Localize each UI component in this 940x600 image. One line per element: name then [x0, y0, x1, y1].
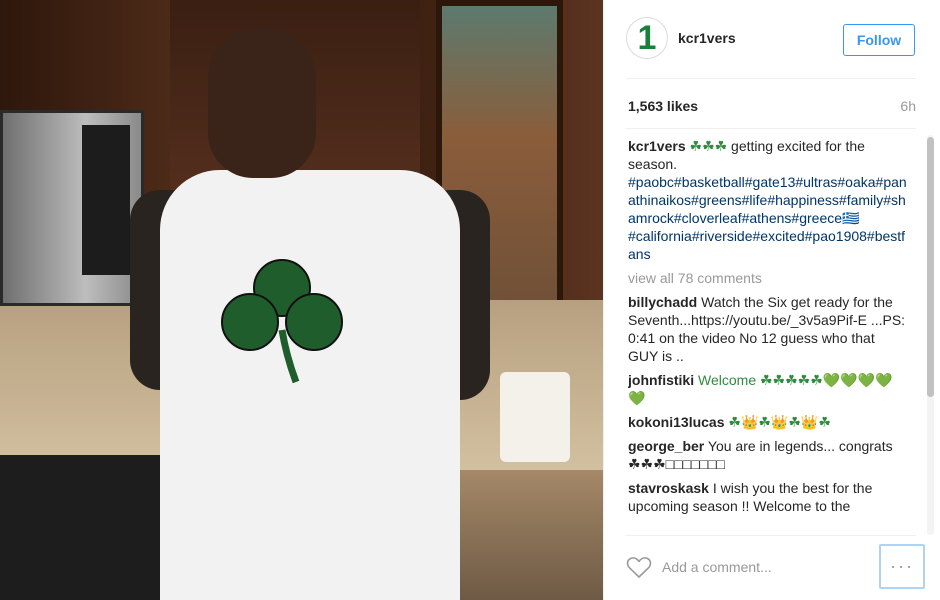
comment-bar: ··· — [604, 535, 940, 600]
username-link[interactable]: kcr1vers — [678, 30, 736, 46]
likes-divider — [626, 128, 916, 129]
comment-text: ☘👑☘👑☘👑☘ — [728, 414, 831, 430]
add-comment-input[interactable] — [662, 555, 852, 579]
comment-item: billychadd Watch the Six get ready for t… — [628, 293, 908, 365]
avatar-glyph: 1 — [637, 19, 657, 57]
likes-count[interactable]: 1,563 likes — [628, 98, 698, 114]
post-side-panel: 1 kcr1vers Follow 1,563 likes 6h kcr1ver… — [603, 0, 940, 600]
photo-head — [208, 28, 316, 178]
comment-username[interactable]: george_ber — [628, 438, 704, 454]
likes-row: 1,563 likes 6h — [626, 98, 916, 118]
caption: kcr1vers ☘☘☘ getting excited for the sea… — [628, 137, 908, 263]
photo-microwave-panel — [82, 125, 130, 275]
comment-item: kokoni13lucas ☘👑☘👑☘👑☘ — [628, 413, 908, 431]
photo-person — [130, 20, 490, 600]
comment-username[interactable]: stavroskask — [628, 480, 709, 496]
comment-item: johnfistiki Welcome ☘☘☘☘☘💚💚💚💚💚 — [628, 371, 908, 407]
comment-username[interactable]: billychadd — [628, 294, 697, 310]
comment-item: george_ber You are in legends... congrat… — [628, 437, 908, 473]
heart-icon[interactable] — [626, 555, 652, 579]
instagram-post-view: 1 kcr1vers Follow 1,563 likes 6h kcr1ver… — [0, 0, 940, 600]
photo-jar — [500, 372, 570, 462]
comment-username[interactable]: johnfistiki — [628, 372, 694, 388]
post-photo[interactable] — [0, 0, 603, 600]
caption-username[interactable]: kcr1vers — [628, 138, 686, 154]
comment-item: stavroskask I wish you the best for the … — [628, 479, 908, 515]
more-options-icon: ··· — [890, 556, 914, 576]
avatar[interactable]: 1 — [626, 17, 668, 59]
more-options-button[interactable]: ··· — [879, 544, 925, 589]
post-header: 1 kcr1vers Follow — [604, 0, 940, 78]
shamrock-icon — [221, 259, 343, 384]
comments-scrollbar[interactable] — [927, 135, 934, 535]
header-divider — [626, 78, 916, 79]
caption-hashtags[interactable]: #paobc#basketball#gate13#ultras#oaka#pan… — [628, 174, 907, 262]
comments-scroll-thumb[interactable] — [927, 137, 934, 397]
comments-list[interactable]: kcr1vers ☘☘☘ getting excited for the sea… — [628, 137, 908, 535]
comment-username[interactable]: kokoni13lucas — [628, 414, 725, 430]
view-all-comments-link[interactable]: view all 78 comments — [628, 269, 908, 287]
follow-button[interactable]: Follow — [843, 24, 915, 56]
caption-emoji: ☘☘☘ — [689, 138, 728, 154]
photo-stove — [0, 455, 170, 600]
post-time[interactable]: 6h — [900, 98, 916, 114]
